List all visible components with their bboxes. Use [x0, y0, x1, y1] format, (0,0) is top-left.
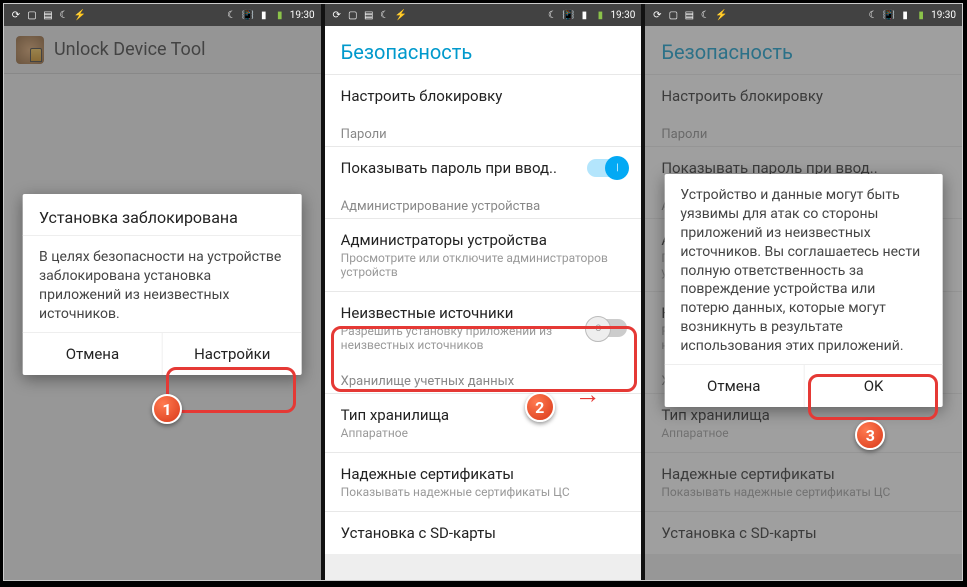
phone-2: ⟳ ▢ ▤ ☾ ⚡ ☾ 📳 ▮ ▮ 19:30 Безопасность Нас…: [325, 4, 642, 580]
signal-icon: ▮: [899, 9, 911, 21]
unknown-sources-toggle[interactable]: [587, 319, 627, 337]
moon-icon: ☾: [58, 9, 70, 21]
moon-icon: ☾: [546, 9, 558, 21]
admin-section: Администрирование устройства: [325, 189, 642, 218]
unknown-sources-item[interactable]: Неизвестные источники Разрешить установк…: [325, 291, 642, 364]
phone-1: ⟳ ▢ ▤ ☾ ⚡ ☾ 📳 ▮ ▮ 19:30 Unlock Device To…: [4, 4, 321, 580]
status-bar: ⟳ ▢ ▤ ☾ ⚡ ☾ 📳 ▮ ▮ 19:30: [4, 4, 321, 26]
image-icon: ▢: [347, 9, 359, 21]
image-icon: ▢: [26, 9, 38, 21]
battery-icon: ▮: [594, 9, 606, 21]
sync-icon: ⟳: [651, 9, 663, 21]
settings-header: Безопасность: [645, 26, 962, 74]
cancel-button[interactable]: Отмена: [664, 365, 803, 407]
vibrate-icon: 📳: [562, 9, 574, 21]
plug-icon: ⚡: [715, 9, 727, 21]
dialog-body: В целях безопасности на устройстве забло…: [23, 236, 302, 332]
signal-icon: ▮: [258, 9, 270, 21]
step-badge-1: 1: [152, 394, 182, 424]
sync-icon: ⟳: [10, 9, 22, 21]
app-title: Unlock Device Tool: [54, 39, 205, 60]
signal-icon: ▮: [578, 9, 590, 21]
moon-icon: ☾: [867, 9, 879, 21]
step-badge-2: 2: [525, 392, 555, 422]
app-header: Unlock Device Tool: [4, 26, 321, 74]
install-blocked-dialog: Установка заблокирована В целях безопасн…: [23, 194, 302, 375]
battery-icon: ▮: [274, 9, 286, 21]
app-icon: [16, 36, 44, 64]
moon-icon: ☾: [226, 9, 238, 21]
status-time: 19:30: [290, 10, 315, 21]
image-icon: ▢: [667, 9, 679, 21]
vibrate-icon: 📳: [242, 9, 254, 21]
settings-button[interactable]: Настройки: [162, 333, 302, 375]
lock-setup-item[interactable]: Настроить блокировку: [645, 74, 962, 117]
device-admins-item[interactable]: Администраторы устройства Просмотрите ил…: [325, 218, 642, 291]
ok-button[interactable]: OK: [803, 365, 943, 407]
trusted-certs-item[interactable]: Надежные сертификаты Показывать надежные…: [645, 452, 962, 511]
show-password-toggle[interactable]: [587, 159, 627, 177]
lock-setup-item[interactable]: Настроить блокировку: [325, 74, 642, 117]
status-bar: ⟳ ▢ ▤ ☾ ⚡ ☾ 📳 ▮ ▮ 19:30: [325, 4, 642, 26]
phone-3: ⟳ ▢ ▤ ☾ ⚡ ☾ 📳 ▮ ▮ 19:30 Безопасность Нас…: [645, 4, 962, 580]
confirm-unknown-dialog: Устройство и данные могут быть уязвимы д…: [664, 174, 943, 407]
sync-icon: ⟳: [331, 9, 343, 21]
dialog-title: Установка заблокирована: [23, 194, 302, 236]
status-bar: ⟳ ▢ ▤ ☾ ⚡ ☾ 📳 ▮ ▮ 19:30: [645, 4, 962, 26]
battery-icon: ▮: [915, 9, 927, 21]
show-password-item[interactable]: Показывать пароль при ввод..: [325, 146, 642, 189]
dialog-body: Устройство и данные могут быть уязвимы д…: [664, 174, 943, 364]
vibrate-icon: 📳: [883, 9, 895, 21]
sd-icon: ▤: [363, 9, 375, 21]
passwords-section: Пароли: [645, 117, 962, 146]
sd-icon: ▤: [42, 9, 54, 21]
plug-icon: ⚡: [74, 9, 86, 21]
passwords-section: Пароли: [325, 117, 642, 146]
sd-icon: ▤: [683, 9, 695, 21]
settings-header: Безопасность: [325, 26, 642, 74]
plug-icon: ⚡: [395, 9, 407, 21]
status-time: 19:30: [610, 10, 635, 21]
trusted-certs-item[interactable]: Надежные сертификаты Показывать надежные…: [325, 452, 642, 511]
screenshots-row: ⟳ ▢ ▤ ☾ ⚡ ☾ 📳 ▮ ▮ 19:30 Unlock Device To…: [3, 3, 963, 581]
cancel-button[interactable]: Отмена: [23, 333, 162, 375]
moon-icon: ☾: [699, 9, 711, 21]
arrow-right-icon: →: [575, 379, 601, 410]
install-from-sd-item[interactable]: Установка с SD-карты: [645, 511, 962, 554]
status-time: 19:30: [931, 10, 956, 21]
install-from-sd-item[interactable]: Установка с SD-карты: [325, 511, 642, 554]
moon-icon: ☾: [379, 9, 391, 21]
